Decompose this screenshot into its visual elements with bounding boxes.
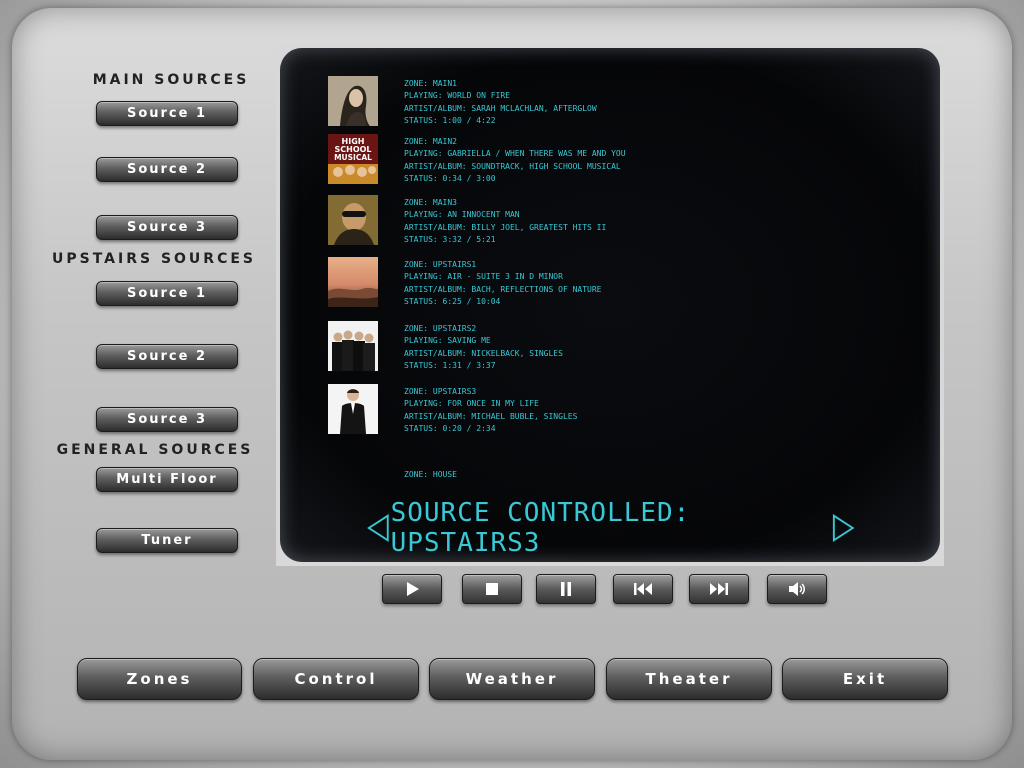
upstairs-source-2-button[interactable]: Source 2 (96, 344, 238, 369)
zone-artist-album: ARTIST/ALBUM: SOUNDTRACK, HIGH SCHOOL MU… (404, 161, 621, 171)
zone-playing: PLAYING: AIR - SUITE 3 IN D MINOR (404, 272, 563, 282)
zone-artist-album: ARTIST/ALBUM: NICKELBACK, SINGLES (404, 348, 563, 358)
next-button[interactable] (689, 574, 749, 604)
source-controlled-bar: SOURCE CONTROLLED: UPSTAIRS3 (366, 498, 856, 558)
house-zone[interactable]: ZONE: HOUSE (404, 467, 457, 481)
arrow-left-icon[interactable] (366, 512, 391, 544)
main-source-1-button[interactable]: Source 1 (96, 101, 238, 126)
skip-back-icon (634, 583, 652, 595)
previous-button[interactable] (613, 574, 673, 604)
album-art-michael-buble-singles (328, 384, 378, 434)
zone-status: STATUS: 1:00 / 4:22 (404, 115, 496, 125)
album-art-label: MUSICAL (334, 153, 372, 162)
general-sources-title: GENERAL SOURCES (56, 442, 254, 458)
album-art-nickelback-singles (328, 321, 378, 371)
stop-button[interactable] (462, 574, 522, 604)
upstairs-source-1-button[interactable]: Source 1 (96, 281, 238, 306)
zone-item[interactable]: ZONE: UPSTAIRS3 PLAYING: FOR ONCE IN MY … (328, 384, 577, 436)
zone-name: ZONE: UPSTAIRS2 (404, 324, 477, 333)
pause-button[interactable] (536, 574, 596, 604)
zone-status: STATUS: 6:25 / 10:04 (404, 296, 501, 306)
main-sources-title: MAIN SOURCES (92, 72, 250, 88)
zone-item[interactable]: ZONE: MAIN3 PLAYING: AN INNOCENT MAN ART… (328, 195, 606, 247)
zones-button[interactable]: Zones (77, 658, 242, 700)
zone-name: ZONE: MAIN2 (404, 137, 457, 146)
zone-info: ZONE: MAIN1 PLAYING: WORLD ON FIRE ARTIS… (404, 76, 597, 128)
album-art-greatest-hits (328, 195, 378, 245)
upstairs-source-3-button[interactable]: Source 3 (96, 407, 238, 432)
zone-playing: PLAYING: SAVING ME (404, 336, 491, 346)
weather-button[interactable]: Weather (429, 658, 595, 700)
volume-button[interactable] (767, 574, 827, 604)
main-source-2-button[interactable]: Source 2 (96, 157, 238, 182)
zone-playing: PLAYING: AN INNOCENT MAN (404, 210, 520, 220)
zone-item[interactable]: ZONE: UPSTAIRS1 PLAYING: AIR - SUITE 3 I… (328, 257, 601, 309)
tuner-button[interactable]: Tuner (96, 528, 238, 553)
arrow-right-icon[interactable] (831, 512, 856, 544)
zone-artist-album: ARTIST/ALBUM: BACH, REFLECTIONS OF NATUR… (404, 284, 602, 294)
main-source-3-button[interactable]: Source 3 (96, 215, 238, 240)
exit-button[interactable]: Exit (782, 658, 948, 700)
play-icon (407, 582, 419, 596)
theater-button[interactable]: Theater (606, 658, 772, 700)
album-art-high-school-musical: HIGH SCHOOL MUSICAL (328, 134, 378, 184)
zone-info: ZONE: UPSTAIRS2 PLAYING: SAVING ME ARTIS… (404, 321, 563, 373)
zone-status: STATUS: 1:31 / 3:37 (404, 360, 496, 370)
pause-icon (561, 582, 571, 596)
zone-item[interactable]: ZONE: MAIN1 PLAYING: WORLD ON FIRE ARTIS… (328, 76, 597, 128)
zone-name: ZONE: MAIN1 (404, 79, 457, 88)
skip-forward-icon (710, 583, 728, 595)
zone-artist-album: ARTIST/ALBUM: MICHAEL BUBLE, SINGLES (404, 411, 578, 421)
speaker-icon (789, 582, 805, 596)
source-controlled-label: SOURCE CONTROLLED: UPSTAIRS3 (390, 498, 691, 558)
zone-artist-album: ARTIST/ALBUM: SARAH MCLACHLAN, AFTERGLOW (404, 103, 597, 113)
zone-info: ZONE: UPSTAIRS3 PLAYING: FOR ONCE IN MY … (404, 384, 577, 436)
stop-icon (486, 583, 498, 595)
zone-playing: PLAYING: GABRIELLA / WHEN THERE WAS ME A… (404, 149, 626, 159)
zone-name: ZONE: UPSTAIRS1 (404, 260, 477, 269)
zone-status: STATUS: 0:20 / 2:34 (404, 423, 496, 433)
control-button[interactable]: Control (253, 658, 419, 700)
now-playing-screen: ZONE: MAIN1 PLAYING: WORLD ON FIRE ARTIS… (276, 44, 944, 566)
zone-playing: PLAYING: WORLD ON FIRE (404, 91, 510, 101)
album-art-afterglow (328, 76, 378, 126)
upstairs-sources-title: UPSTAIRS SOURCES (51, 251, 256, 267)
zone-item[interactable]: HIGH SCHOOL MUSICAL ZONE: MAIN2 PLAYING:… (328, 134, 626, 186)
zone-item[interactable]: ZONE: UPSTAIRS2 PLAYING: SAVING ME ARTIS… (328, 321, 563, 373)
now-playing-display: ZONE: MAIN1 PLAYING: WORLD ON FIRE ARTIS… (280, 48, 940, 562)
zone-status: STATUS: 3:32 / 5:21 (404, 234, 496, 244)
play-button[interactable] (382, 574, 442, 604)
zone-playing: PLAYING: FOR ONCE IN MY LIFE (404, 399, 539, 409)
zone-status: STATUS: 0:34 / 3:00 (404, 173, 496, 183)
zone-artist-album: ARTIST/ALBUM: BILLY JOEL, GREATEST HITS … (404, 222, 607, 232)
zone-info: ZONE: MAIN3 PLAYING: AN INNOCENT MAN ART… (404, 195, 606, 247)
zone-info: ZONE: MAIN2 PLAYING: GABRIELLA / WHEN TH… (404, 134, 626, 186)
zone-name: ZONE: MAIN3 (404, 198, 457, 207)
album-art-reflections-of-nature (328, 257, 378, 307)
zone-name: ZONE: UPSTAIRS3 (404, 387, 477, 396)
zone-info: ZONE: UPSTAIRS1 PLAYING: AIR - SUITE 3 I… (404, 257, 601, 309)
multi-floor-button[interactable]: Multi Floor (96, 467, 238, 492)
